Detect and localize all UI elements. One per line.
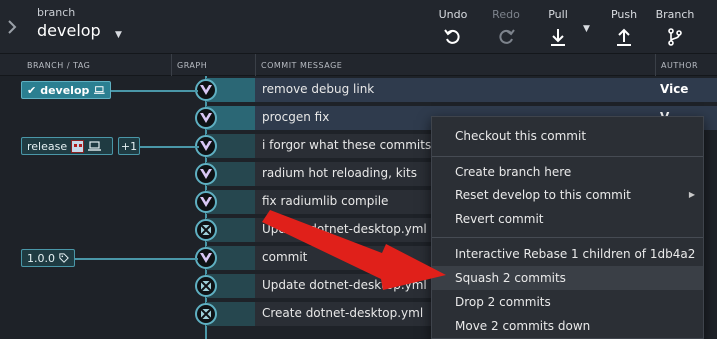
menu-item-drop[interactable]: Drop 2 commits xyxy=(432,290,703,314)
menu-item-create-branch[interactable]: Create branch here xyxy=(432,160,703,184)
column-header-row: BRANCH / TAG GRAPH COMMIT MESSAGE AUTHOR xyxy=(0,54,717,76)
commit-author: Vice xyxy=(660,82,689,96)
toolbar: branch develop ▼ Undo Redo Pull ▼ Push B… xyxy=(0,0,717,54)
current-branch-name: develop xyxy=(37,21,101,40)
commit-node-icon[interactable] xyxy=(195,163,217,185)
column-branch-tag[interactable]: BRANCH / TAG xyxy=(27,61,90,70)
push-button[interactable]: Push xyxy=(602,8,646,47)
branch-button[interactable]: Branch xyxy=(653,8,697,47)
avatar-icon xyxy=(71,139,85,153)
redo-label: Redo xyxy=(492,8,520,21)
commit-node-icon[interactable] xyxy=(195,247,217,269)
column-graph[interactable]: GRAPH xyxy=(177,61,207,70)
tag-connector xyxy=(139,146,199,148)
push-label: Push xyxy=(610,8,638,21)
menu-item-revert[interactable]: Revert commit xyxy=(432,207,703,231)
menu-divider xyxy=(432,156,703,157)
column-divider[interactable] xyxy=(171,54,172,76)
commit-node-icon[interactable] xyxy=(195,107,217,129)
branch-caption: branch xyxy=(37,6,76,19)
branch-icon xyxy=(668,28,682,46)
branch-label: Branch xyxy=(655,8,695,21)
commit-node-icon[interactable] xyxy=(195,219,217,241)
menu-item-move-down[interactable]: Move 2 commits down xyxy=(432,314,703,338)
more-tags-badge[interactable]: +1 xyxy=(118,137,140,155)
commit-node-icon[interactable] xyxy=(195,275,217,297)
menu-item-checkout[interactable]: Checkout this commit xyxy=(432,124,703,148)
commit-message: fix radiumlib compile xyxy=(262,194,389,208)
column-commit-message[interactable]: COMMIT MESSAGE xyxy=(261,61,342,70)
undo-label: Undo xyxy=(438,8,468,21)
commit-message: Update dotnet-desktop.yml xyxy=(262,278,427,292)
laptop-icon xyxy=(94,86,105,94)
laptop-icon xyxy=(88,141,102,151)
commit-message: Update dotnet-desktop.yml xyxy=(262,222,427,236)
commit-message: commit xyxy=(262,250,308,264)
commit-context-menu: Checkout this commit Create branch here … xyxy=(431,116,704,339)
push-icon xyxy=(617,28,631,46)
commit-node-icon[interactable] xyxy=(195,303,217,325)
commit-message: procgen fix xyxy=(262,110,330,124)
pull-icon xyxy=(551,29,565,46)
commit-message: radium hot reloading, kits xyxy=(262,166,417,180)
tag-connector xyxy=(74,258,198,260)
chevron-down-icon[interactable]: ▼ xyxy=(115,30,122,40)
pull-button[interactable]: Pull xyxy=(536,8,580,47)
submenu-arrow-icon: ▶ xyxy=(688,190,695,199)
git-client-window: branch develop ▼ Undo Redo Pull ▼ Push B… xyxy=(0,0,717,339)
branch-tag-develop[interactable]: ✔ develop xyxy=(21,81,111,99)
commit-message: i forgor what these commits do xyxy=(262,138,437,152)
undo-button[interactable]: Undo xyxy=(431,8,475,47)
commit-node-icon[interactable] xyxy=(195,191,217,213)
commit-node-icon[interactable] xyxy=(195,79,217,101)
pull-options-icon[interactable]: ▼ xyxy=(583,24,590,34)
branch-selector[interactable]: branch develop xyxy=(37,6,101,40)
commit-message: Create dotnet-desktop.yml xyxy=(262,306,424,320)
menu-item-squash[interactable]: Squash 2 commits xyxy=(432,266,703,290)
tag-icon xyxy=(59,253,69,263)
branch-tag-label: release xyxy=(27,139,68,153)
menu-item-interactive-rebase[interactable]: Interactive Rebase 1 children of 1db4a2 xyxy=(432,242,703,266)
check-icon: ✔ xyxy=(27,83,37,97)
branch-tag-release[interactable]: release xyxy=(21,137,113,155)
version-tag[interactable]: 1.0.0 xyxy=(21,249,75,267)
column-divider[interactable] xyxy=(255,54,256,76)
column-author[interactable]: AUTHOR xyxy=(661,61,698,70)
redo-button[interactable]: Redo xyxy=(484,8,528,47)
branch-tag-label: develop xyxy=(40,83,90,97)
sidebar-expand-icon[interactable] xyxy=(0,0,24,54)
commit-message: remove debug link xyxy=(262,82,375,96)
tag-connector xyxy=(110,90,198,92)
undo-icon xyxy=(444,29,460,44)
menu-item-reset-label: Reset develop to this commit xyxy=(455,188,631,202)
redo-icon xyxy=(499,29,515,44)
menu-item-reset[interactable]: Reset develop to this commit ▶ xyxy=(432,183,703,207)
version-tag-label: 1.0.0 xyxy=(27,251,55,265)
column-divider[interactable] xyxy=(655,54,656,76)
pull-label: Pull xyxy=(548,8,568,21)
menu-divider xyxy=(432,237,703,238)
